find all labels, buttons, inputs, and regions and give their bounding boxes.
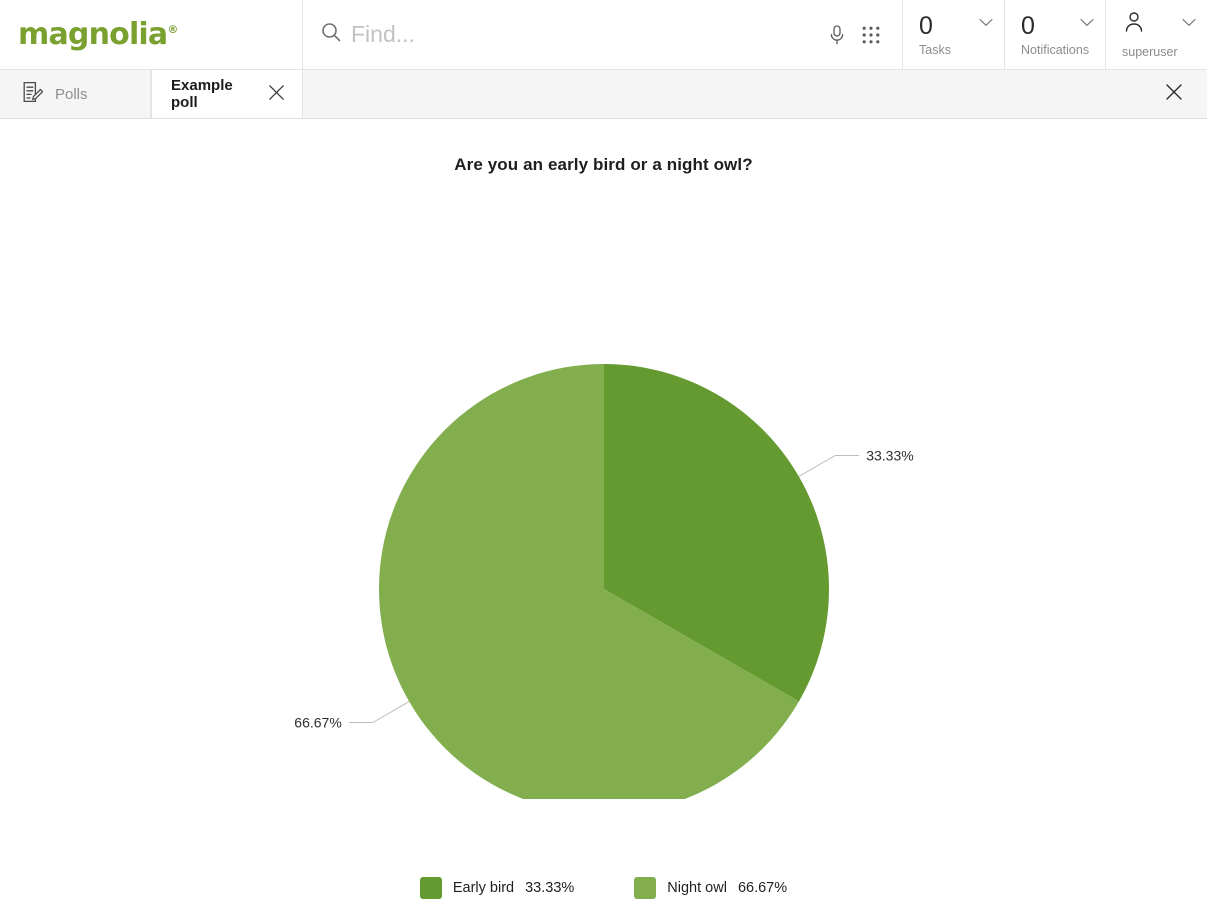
pie-callout-label: 33.33% <box>866 447 913 463</box>
legend-swatch-night-owl <box>634 877 657 899</box>
apps-grid-icon[interactable] <box>858 20 884 50</box>
close-icon <box>1165 83 1183 106</box>
pie-chart: 33.33% 66.67% <box>294 364 914 799</box>
notifications-menu[interactable]: 0 Notifications <box>1005 0 1106 69</box>
legend-item-night-owl[interactable]: Night owl 66.67% <box>634 877 787 899</box>
tab-bar: Polls Example poll <box>0 70 1207 119</box>
registered-mark: ® <box>167 22 178 36</box>
tasks-menu[interactable]: 0 Tasks <box>903 0 1005 69</box>
pie-callout-label: 66.67% <box>294 715 341 731</box>
legend-label-early-bird: Early bird <box>452 880 515 896</box>
legend-label-night-owl: Night owl <box>667 880 727 896</box>
tab-bar-filler <box>303 70 1140 118</box>
search-input[interactable] <box>351 15 816 54</box>
brand-name: magnolia <box>18 16 168 52</box>
chevron-down-icon <box>1182 14 1196 32</box>
search-icon <box>319 20 343 49</box>
legend-value-night-owl: 66.67% <box>737 880 788 896</box>
tab-polls[interactable]: Polls <box>0 70 151 118</box>
tab-polls-label: Polls <box>55 85 88 103</box>
chevron-down-icon <box>1080 14 1094 32</box>
poll-content: Are you an early bird or a night owl? 33… <box>0 119 1207 904</box>
search-area <box>303 0 903 69</box>
chart-legend: Early bird 33.33% Night owl 66.67% <box>0 877 1207 899</box>
close-panel-button[interactable] <box>1140 70 1207 118</box>
pie-callout-line <box>348 701 410 724</box>
pie-callout-line <box>798 454 860 477</box>
legend-value-early-bird: 33.33% <box>525 880 575 896</box>
legend-item-early-bird[interactable]: Early bird 33.33% <box>419 877 575 899</box>
chevron-down-icon <box>979 14 993 32</box>
pie-slices <box>379 364 829 799</box>
document-edit-icon <box>22 81 44 107</box>
tab-close-icon[interactable] <box>268 84 285 105</box>
user-name: superuser <box>1122 45 1178 60</box>
tab-example-poll-label: Example poll <box>171 77 233 111</box>
microphone-icon[interactable] <box>824 20 850 50</box>
user-menu[interactable]: superuser <box>1106 0 1207 69</box>
legend-swatch-early-bird <box>419 877 442 899</box>
tasks-label: Tasks <box>919 42 951 57</box>
magnolia-logo[interactable]: magnolia® <box>18 16 178 52</box>
app-header: magnolia® 0 Tasks <box>0 0 1207 70</box>
brand-area: magnolia® <box>0 0 303 69</box>
tab-example-poll[interactable]: Example poll <box>151 70 303 118</box>
notifications-label: Notifications <box>1021 42 1090 57</box>
